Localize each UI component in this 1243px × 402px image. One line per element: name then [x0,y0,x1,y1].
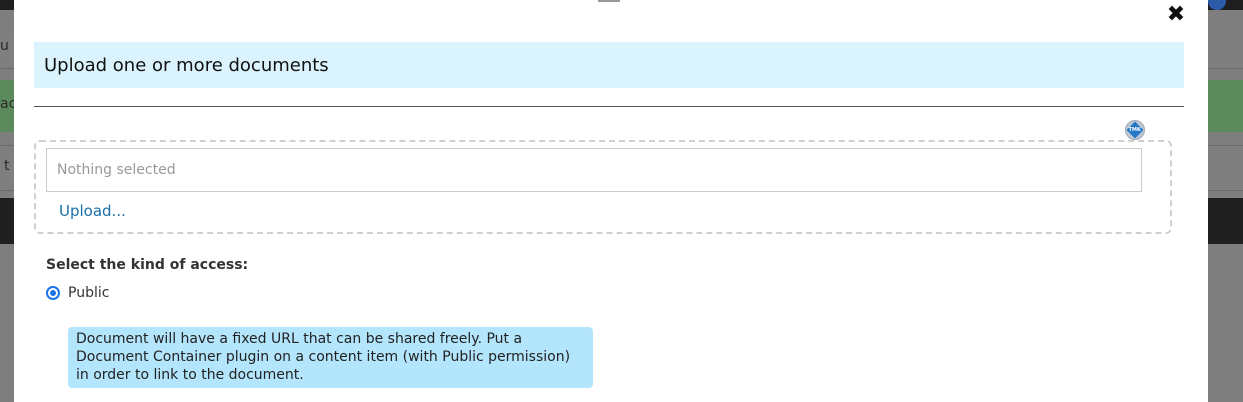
file-selection-field[interactable]: Nothing selected [46,148,1142,192]
header-divider [34,106,1184,107]
drag-handle[interactable] [598,0,620,2]
upload-drop-zone[interactable]: Nothing selected Upload... [34,140,1172,234]
background-text: u [0,38,9,54]
upload-link[interactable]: Upload... [59,202,126,220]
file-input-placeholder: Nothing selected [57,162,176,178]
close-icon: ✖ [1166,2,1186,27]
close-button[interactable]: ✖ [1165,4,1187,26]
background-text: t [4,158,10,174]
public-radio[interactable] [46,286,60,300]
upload-dialog: ✖ Upload one or more documents TMK Nothi… [14,0,1208,402]
access-option-public[interactable]: Public [46,285,109,301]
public-access-info: Document will have a fixed URL that can … [68,327,593,388]
public-radio-label[interactable]: Public [68,285,109,301]
tmk-badge-icon[interactable]: TMK [1125,120,1145,140]
dialog-header: Upload one or more documents [34,42,1184,88]
dialog-title: Upload one or more documents [44,54,329,76]
access-kind-label: Select the kind of access: [46,257,249,273]
